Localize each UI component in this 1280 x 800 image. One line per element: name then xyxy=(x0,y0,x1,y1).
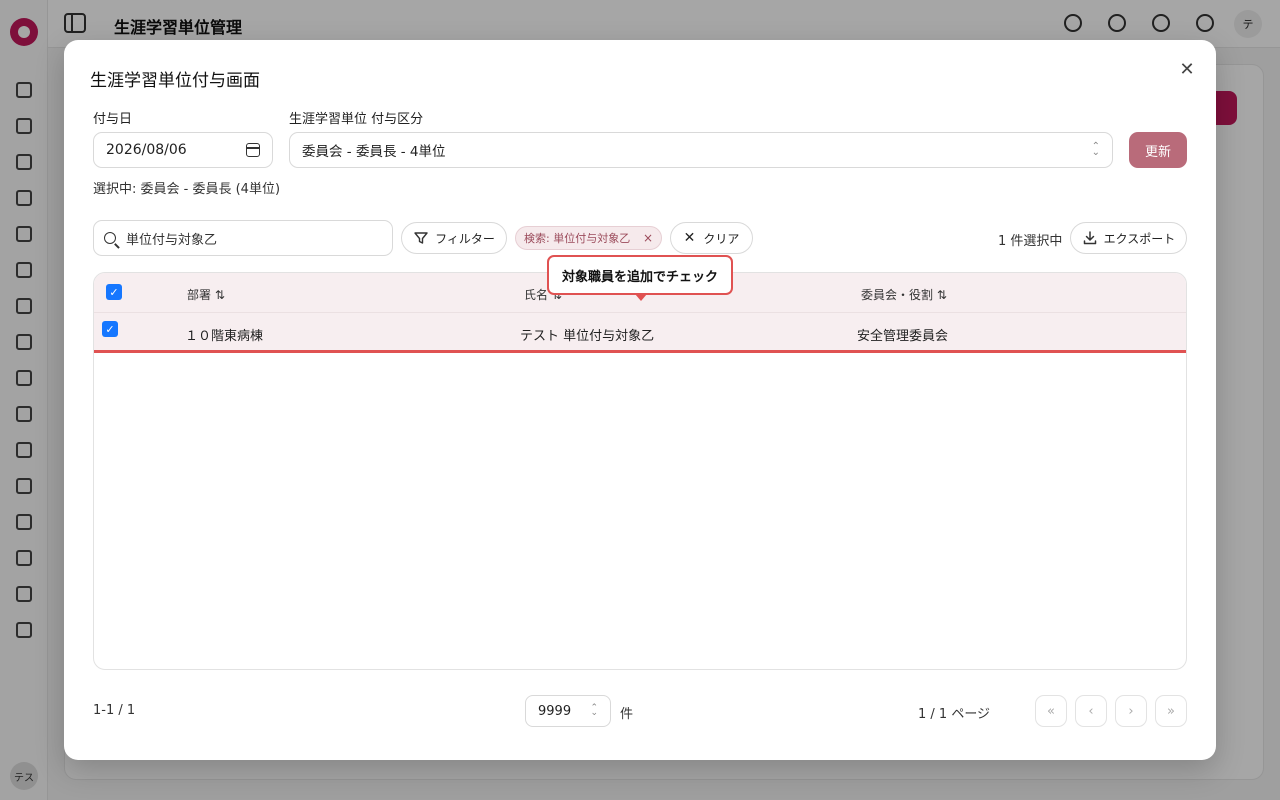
export-label: エクスポート xyxy=(1103,231,1176,246)
search-value: 単位付与対象乙 xyxy=(126,232,218,248)
download-icon xyxy=(1083,231,1096,245)
next-page-button[interactable]: › xyxy=(1115,695,1147,727)
grant-date-input[interactable]: 2026/08/06 xyxy=(93,132,273,168)
selection-count: 1 件選択中 xyxy=(998,234,1063,249)
pagination-range: 1-1 / 1 xyxy=(93,703,136,718)
page-info: 1 / 1 ページ xyxy=(918,707,991,722)
page-size-select[interactable]: 9999 ⌃ ⌄ xyxy=(525,695,611,727)
grant-category-value: 委員会 - 委員長 - 4単位 xyxy=(302,144,446,160)
chip-label: 検索: 単位付与対象乙 xyxy=(524,232,631,245)
column-header-committee[interactable]: 委員会・役割 ⇅ xyxy=(861,286,947,303)
search-icon xyxy=(104,232,116,244)
clear-button[interactable]: ✕ クリア xyxy=(670,222,753,254)
filter-button[interactable]: フィルター xyxy=(401,222,507,254)
guide-tooltip: 対象職員を追加でチェック xyxy=(547,255,733,301)
dialog-title: 生涯学習単位付与画面 xyxy=(90,71,260,91)
grant-category-select[interactable]: 委員会 - 委員長 - 4単位 ⌃ ⌄ xyxy=(289,132,1113,168)
export-button[interactable]: エクスポート xyxy=(1070,222,1187,254)
chip-close-icon[interactable]: × xyxy=(643,231,653,245)
search-input[interactable]: 単位付与対象乙 xyxy=(93,220,393,256)
update-button[interactable]: 更新 xyxy=(1129,132,1187,168)
chevron-up-down-icon: ⌃ ⌄ xyxy=(1091,141,1100,158)
unit-grant-dialog: 生涯学習単位付与画面 ✕ 付与日 生涯学習単位 付与区分 2026/08/06 … xyxy=(64,40,1216,760)
close-icon[interactable]: ✕ xyxy=(1176,58,1198,80)
category-label: 生涯学習単位 付与区分 xyxy=(289,112,424,127)
column-header-department[interactable]: 部署 ⇅ xyxy=(187,286,225,303)
calendar-icon[interactable] xyxy=(246,143,260,157)
page-size-unit: 件 xyxy=(620,707,634,722)
filter-label: フィルター xyxy=(435,231,495,246)
cell-committee: 安全管理委員会 xyxy=(857,329,949,344)
select-all-checkbox[interactable]: ✓ xyxy=(106,284,122,300)
prev-page-button[interactable]: ‹ xyxy=(1075,695,1107,727)
cell-department: １０階東病棟 xyxy=(185,329,264,344)
search-filter-chip: 検索: 単位付与対象乙 × xyxy=(515,226,662,250)
cell-name: テスト 単位付与対象乙 xyxy=(520,329,655,344)
clear-label: クリア xyxy=(703,231,740,246)
first-page-button[interactable]: « xyxy=(1035,695,1067,727)
staff-table: ✓ 部署 ⇅ 氏名 ⇅ 委員会・役割 ⇅ ✓ １０階東病棟 テスト 単位付与対象… xyxy=(93,272,1187,670)
filter-icon xyxy=(414,232,428,244)
last-page-button[interactable]: » xyxy=(1155,695,1187,727)
table-row[interactable]: ✓ １０階東病棟 テスト 単位付与対象乙 安全管理委員会 xyxy=(94,313,1186,353)
date-label: 付与日 xyxy=(93,112,133,127)
close-icon: ✕ xyxy=(683,230,696,246)
page-size-value: 9999 xyxy=(538,703,572,719)
selected-category-info: 選択中: 委員会 - 委員長 (4単位) xyxy=(93,182,281,197)
row-checkbox[interactable]: ✓ xyxy=(102,321,118,337)
grant-date-value: 2026/08/06 xyxy=(106,142,187,158)
chevron-up-down-icon: ⌃ ⌄ xyxy=(590,702,598,718)
